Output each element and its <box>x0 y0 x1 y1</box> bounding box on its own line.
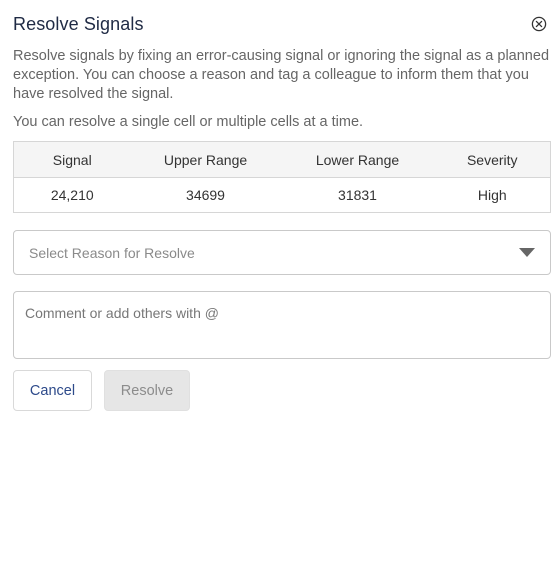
cell-signal: 24,210 <box>50 187 94 203</box>
dialog-description: Resolve signals by fixing an error-causi… <box>13 48 550 102</box>
resolve-button[interactable]: Resolve <box>104 370 190 411</box>
close-icon[interactable] <box>531 16 547 32</box>
table-header-row: Signal Upper Range Lower Range Severity <box>13 141 551 178</box>
cell-upper-range: 34699 <box>186 187 225 203</box>
resolve-signals-dialog: Resolve Signals Resolve signals by fixin… <box>0 0 560 580</box>
caret-down-icon[interactable] <box>519 248 535 257</box>
column-header-lower-range: Lower Range <box>280 141 435 178</box>
signal-table: Signal Upper Range Lower Range Severity … <box>13 141 551 213</box>
cancel-button[interactable]: Cancel <box>13 370 92 411</box>
column-header-signal: Signal <box>13 141 131 178</box>
dialog-title: Resolve Signals <box>13 14 144 34</box>
dialog-header: Resolve Signals <box>13 14 550 40</box>
reason-select[interactable]: Select Reason for Resolve <box>13 230 551 275</box>
cell-lower-range: 31831 <box>338 187 377 203</box>
comment-input[interactable] <box>13 291 551 359</box>
dialog-note: You can resolve a single cell or multipl… <box>13 114 364 130</box>
reason-select-placeholder: Select Reason for Resolve <box>29 245 195 261</box>
column-header-severity: Severity <box>434 141 551 178</box>
column-header-upper-range: Upper Range <box>130 141 281 178</box>
cell-severity: High <box>477 187 507 203</box>
table-row: 24,210 34699 31831 High <box>14 178 551 213</box>
